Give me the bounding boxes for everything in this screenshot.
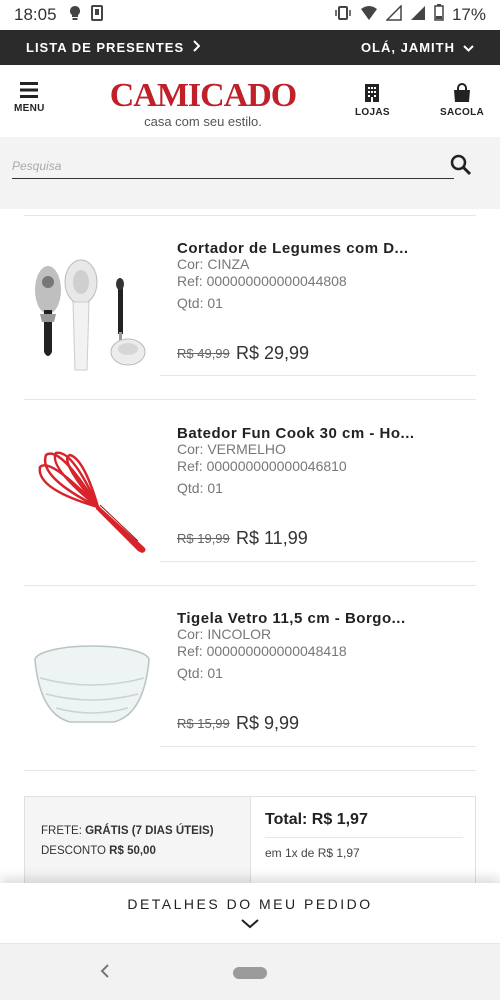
hamburger-icon bbox=[18, 81, 40, 103]
brand-name: Camicado bbox=[109, 77, 298, 114]
search-area bbox=[0, 137, 500, 209]
whisk-image[interactable] bbox=[28, 437, 156, 557]
menu-button[interactable]: MENU bbox=[14, 81, 45, 114]
product-name[interactable]: Tigela Vetro 11,5 cm - Borgo... bbox=[177, 610, 406, 627]
installments: em 1x de R$ 1,97 bbox=[265, 846, 360, 860]
greeting-label: OLÁ, JAMITH bbox=[360, 40, 455, 55]
back-icon[interactable] bbox=[100, 962, 110, 983]
product-ref: Ref: 000000000000048418 bbox=[177, 643, 347, 659]
battery-percent: 17% bbox=[451, 5, 486, 24]
vegetable-cutter-image[interactable] bbox=[28, 252, 156, 372]
gift-list-link[interactable]: LISTA DE PRESENTES bbox=[26, 40, 201, 55]
divider bbox=[265, 837, 463, 838]
discount-line: DESCONTO R$ 50,00 bbox=[41, 841, 250, 861]
cart-item: Tigela Vetro 11,5 cm - Borgo... Cor: INC… bbox=[0, 610, 500, 760]
total-box: Total: R$ 1,97 em 1x de R$ 1,97 bbox=[252, 797, 476, 885]
new-price: R$ 11,99 bbox=[236, 528, 308, 548]
divider bbox=[160, 375, 476, 376]
lightbulb-icon bbox=[69, 5, 81, 26]
old-price: R$ 19,99 bbox=[177, 531, 230, 546]
status-bar: 18:05 17% bbox=[0, 0, 500, 30]
site-header: MENU Camicado casa com seu estilo. LOJAS… bbox=[0, 65, 500, 137]
product-qty: Qtd: 01 bbox=[177, 295, 223, 311]
product-ref: Ref: 000000000000044808 bbox=[177, 273, 347, 289]
search-icon bbox=[450, 154, 472, 180]
shipping-value: GRÁTIS (7 DIAS ÚTEIS) bbox=[85, 825, 214, 837]
cart-item: Cortador de Legumes com D... Cor: CINZA … bbox=[0, 240, 500, 390]
divider bbox=[24, 585, 476, 586]
search-field bbox=[12, 153, 454, 179]
signal-icon bbox=[385, 3, 402, 26]
product-name[interactable]: Batedor Fun Cook 30 cm - Ho... bbox=[177, 425, 415, 442]
order-details-toggle[interactable]: DETALHES DO MEU PEDIDO bbox=[0, 883, 500, 943]
brand-tagline: casa com seu estilo. bbox=[144, 114, 262, 129]
chevron-down-icon bbox=[463, 40, 474, 55]
order-total: Total: R$ 1,97 bbox=[265, 811, 368, 828]
divider bbox=[160, 561, 476, 562]
battery-icon bbox=[434, 4, 444, 26]
search-button[interactable] bbox=[450, 154, 472, 176]
product-qty: Qtd: 01 bbox=[177, 665, 223, 681]
top-bar: LISTA DE PRESENTES OLÁ, JAMITH bbox=[0, 30, 500, 65]
shipping-discount-box: FRETE: GRÁTIS (7 DIAS ÚTEIS) DESCONTO R$… bbox=[25, 797, 251, 885]
chevron-down-icon bbox=[0, 918, 500, 929]
home-pill[interactable] bbox=[233, 967, 267, 979]
search-input[interactable] bbox=[12, 158, 454, 173]
bag-label: SACOLA bbox=[440, 107, 485, 118]
order-details-title: DETALHES DO MEU PEDIDO bbox=[127, 896, 373, 912]
divider bbox=[160, 746, 476, 747]
chevron-right-icon bbox=[192, 40, 201, 55]
glass-bowl-image[interactable] bbox=[28, 622, 156, 742]
stores-button[interactable]: LOJAS bbox=[355, 83, 390, 118]
building-icon bbox=[364, 83, 380, 107]
product-name[interactable]: Cortador de Legumes com D... bbox=[177, 240, 409, 257]
menu-label: MENU bbox=[14, 103, 45, 114]
gift-list-label: LISTA DE PRESENTES bbox=[26, 40, 185, 55]
order-summary: FRETE: GRÁTIS (7 DIAS ÚTEIS) DESCONTO R$… bbox=[24, 796, 476, 886]
product-ref: Ref: 000000000000046810 bbox=[177, 458, 347, 474]
shipping-label: FRETE: bbox=[41, 825, 82, 837]
product-color: Cor: CINZA bbox=[177, 256, 250, 272]
vibrate-icon bbox=[334, 5, 352, 26]
product-qty: Qtd: 01 bbox=[177, 480, 223, 496]
clipboard-icon bbox=[90, 4, 103, 26]
new-price: R$ 9,99 bbox=[236, 713, 300, 733]
discount-label: DESCONTO bbox=[41, 845, 106, 857]
status-right: 17% bbox=[334, 3, 486, 26]
stores-label: LOJAS bbox=[355, 107, 390, 118]
signal-2-icon bbox=[410, 5, 426, 26]
shopping-bag-icon bbox=[452, 83, 472, 107]
bag-button[interactable]: SACOLA bbox=[440, 83, 484, 118]
cart-content: Cortador de Legumes com D... Cor: CINZA … bbox=[0, 209, 500, 886]
shipping-line: FRETE: GRÁTIS (7 DIAS ÚTEIS) bbox=[41, 821, 250, 841]
old-price: R$ 49,99 bbox=[177, 346, 230, 361]
camicado-logo[interactable]: Camicado casa com seu estilo. bbox=[108, 79, 298, 139]
product-color: Cor: INCOLOR bbox=[177, 626, 272, 642]
old-price: R$ 15,99 bbox=[177, 716, 230, 731]
cart-item: Batedor Fun Cook 30 cm - Ho... Cor: VERM… bbox=[0, 425, 500, 575]
divider bbox=[24, 399, 476, 400]
divider bbox=[24, 215, 476, 216]
discount-value: R$ 50,00 bbox=[109, 845, 156, 857]
account-menu[interactable]: OLÁ, JAMITH bbox=[361, 40, 474, 55]
product-color: Cor: VERMELHO bbox=[177, 441, 286, 457]
status-time: 18:05 bbox=[14, 5, 57, 24]
divider bbox=[24, 770, 476, 771]
system-nav-bar bbox=[0, 943, 500, 1000]
wifi-icon bbox=[360, 5, 378, 26]
new-price: R$ 29,99 bbox=[236, 343, 310, 363]
